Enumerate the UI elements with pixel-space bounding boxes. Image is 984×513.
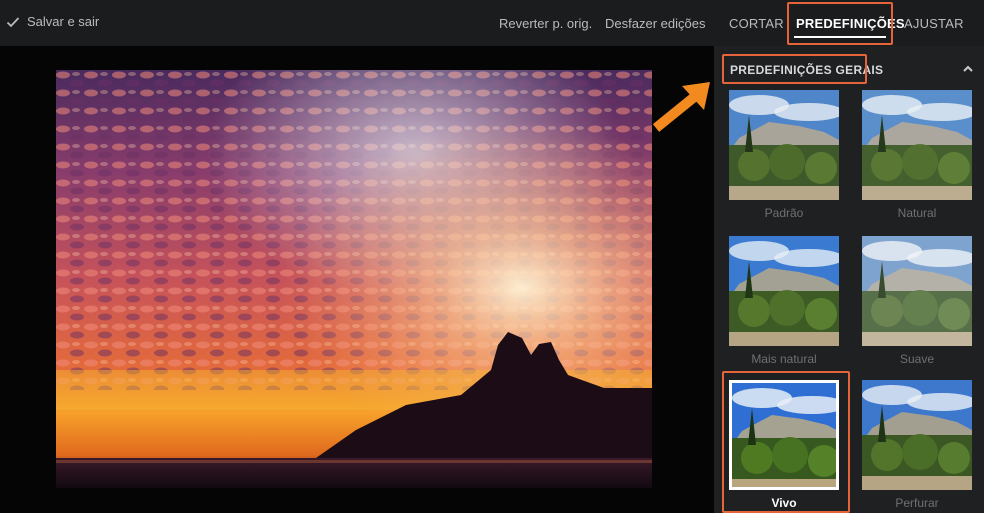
revert-original-button[interactable]: Reverter p. orig. — [499, 16, 592, 31]
photo-canvas[interactable] — [56, 70, 652, 488]
undo-edits-button[interactable]: Desfazer edições — [605, 16, 705, 31]
section-title: PREDEFINIÇÕES GERAIS — [730, 63, 884, 77]
preset-thumbnail — [729, 380, 839, 490]
landscape-thumbnail — [729, 236, 839, 346]
top-toolbar: Salvar e sair Reverter p. orig. Desfazer… — [0, 0, 714, 46]
preset-thumbnail — [862, 236, 972, 346]
landscape-thumbnail — [862, 380, 972, 490]
preset-natural[interactable]: Natural — [862, 90, 974, 220]
chevron-up-icon[interactable] — [961, 62, 975, 76]
preset-label: Padrão — [764, 206, 804, 220]
preset-soft[interactable]: Suave — [862, 236, 974, 366]
preset-thumbnail — [729, 90, 839, 200]
landscape-thumbnail — [729, 90, 839, 200]
checkmark-icon — [6, 16, 20, 27]
preset-label: Vivo — [771, 496, 797, 510]
tab-adjust[interactable]: AJUSTAR — [904, 16, 964, 31]
preset-punch[interactable]: Perfurar — [862, 380, 974, 510]
preset-standard[interactable]: Padrão — [729, 90, 841, 220]
sunset-photo — [56, 70, 652, 488]
preset-more-natural[interactable]: Mais natural — [729, 236, 841, 366]
tab-crop[interactable]: CORTAR — [729, 16, 784, 31]
landscape-thumbnail — [862, 236, 972, 346]
save-exit-button[interactable]: Salvar e sair — [6, 14, 99, 29]
save-exit-label: Salvar e sair — [27, 14, 100, 29]
preset-label: Perfurar — [895, 496, 939, 510]
preset-vivid[interactable]: Vivo — [729, 380, 841, 510]
preset-label: Suave — [899, 352, 935, 366]
presets-panel: CORTAR PREDEFINIÇÕES AJUSTAR PREDEFINIÇÕ… — [714, 0, 984, 513]
pointer-arrow-icon — [652, 82, 710, 132]
preset-label: Natural — [897, 206, 937, 220]
tab-presets[interactable]: PREDEFINIÇÕES — [796, 16, 905, 31]
tab-bar: CORTAR PREDEFINIÇÕES AJUSTAR — [714, 0, 984, 46]
landscape-thumbnail — [862, 90, 972, 200]
landscape-thumbnail — [732, 383, 836, 487]
photo-editor: Salvar e sair Reverter p. orig. Desfazer… — [0, 0, 984, 513]
active-tab-indicator — [794, 36, 886, 38]
preset-label: Mais natural — [751, 352, 817, 366]
preset-thumbnail — [862, 90, 972, 200]
preset-thumbnail — [862, 380, 972, 490]
preset-thumbnail — [729, 236, 839, 346]
